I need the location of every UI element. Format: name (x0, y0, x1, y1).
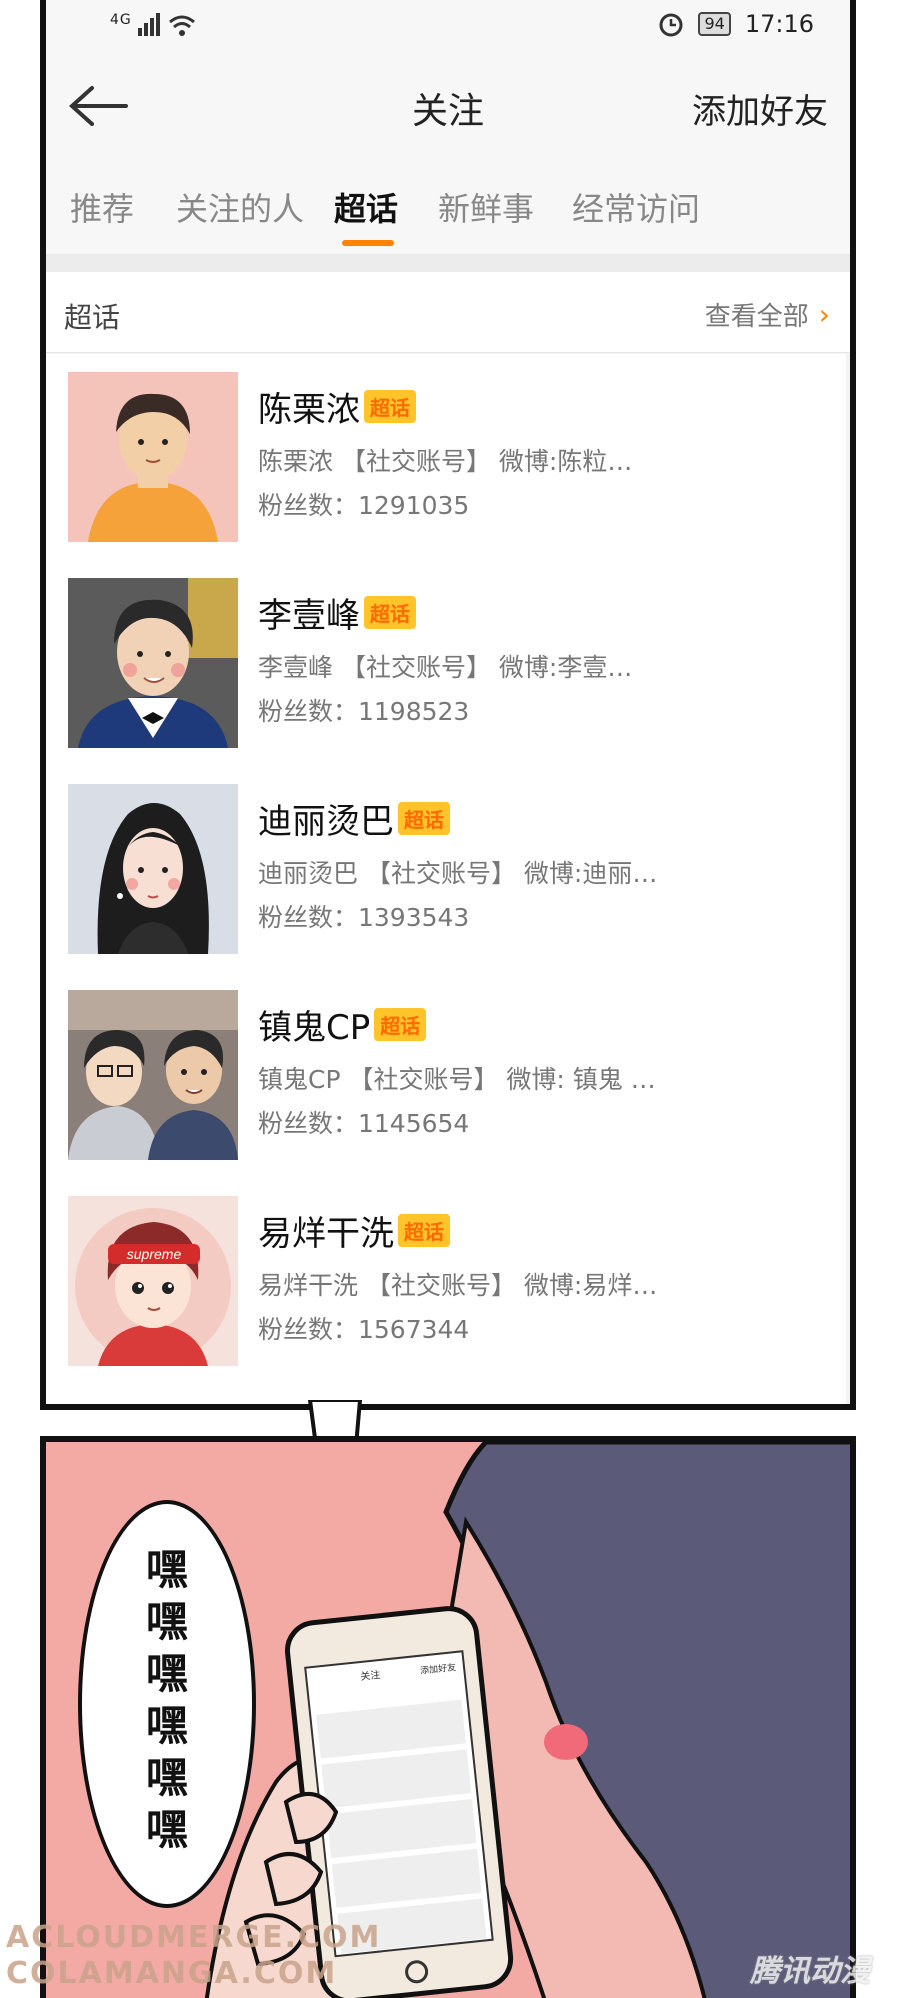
topic-name: 迪丽烫巴 (258, 802, 394, 842)
topic-description: 迪丽烫巴 【社交账号】 微博:迪丽… (258, 859, 658, 888)
speech-bubble: 嘿 嘿 嘿 嘿 嘿 嘿 (78, 1500, 256, 1908)
fan-count: 粉丝数：1198523 (258, 697, 470, 726)
tab-news[interactable]: 新鲜事 (438, 184, 534, 230)
list-item[interactable]: 李壹峰 超话 李壹峰 【社交账号】 微博:李壹… 粉丝数：1198523 (46, 560, 846, 767)
tab-bar: 推荐 关注的人 超话 新鲜事 经常访问 (46, 158, 850, 254)
navigation-bar: 关注 添加好友 (46, 54, 850, 159)
add-friend-button[interactable]: 添加好友 (692, 84, 828, 133)
view-all-label: 查看全部 (704, 302, 809, 332)
watermark-text: ACLOUDMERGE.COM (6, 1920, 382, 1955)
avatar (68, 578, 238, 748)
alarm-icon (659, 13, 683, 37)
list-item[interactable]: 陈栗浓 超话 陈栗浓 【社交账号】 微博:陈粒… 粉丝数：1291035 (46, 354, 846, 561)
app-screenshot-panel: 4G 94 17:16 关注 添加好友 推荐 关注的人 超话 新鲜事 经常访问 … (40, 0, 856, 1410)
view-all-link[interactable]: 查看全部 › (705, 296, 830, 333)
topic-name: 易烊干洗 (258, 1214, 394, 1254)
avatar: supreme (68, 1196, 238, 1366)
avatar (68, 784, 238, 954)
topic-name: 李壹峰 (258, 596, 360, 636)
status-bar: 4G 94 17:16 (46, 0, 850, 54)
topic-description: 镇鬼CP 【社交账号】 微博: 镇鬼 … (258, 1065, 656, 1094)
list-item[interactable]: supreme 易烊干洗 超话 易烊干洗 【社交账号】 微博:易烊… 粉丝数：1… (46, 1178, 846, 1404)
fan-count: 粉丝数：1393543 (258, 903, 470, 932)
tab-supertopic[interactable]: 超话 (334, 184, 398, 230)
speech-text: 嘿 嘿 嘿 嘿 嘿 嘿 (145, 1545, 188, 1854)
cap-logo-text: supreme (127, 1246, 182, 1262)
list-item[interactable]: 镇鬼CP 超话 镇鬼CP 【社交账号】 微博: 镇鬼 … 粉丝数：1145654 (46, 972, 846, 1179)
clock: 17:16 (744, 10, 814, 38)
network-indicator: 4G (110, 12, 132, 28)
comic-panel: 关注 添加好友 嘿 嘿 嘿 嘿 嘿 嘿 (40, 1436, 856, 1998)
divider (46, 254, 850, 272)
supertopic-badge: 超话 (398, 1214, 450, 1247)
topic-name: 陈栗浓 (258, 390, 360, 430)
fan-count: 粉丝数：1291035 (258, 491, 470, 520)
tab-following[interactable]: 关注的人 (176, 184, 304, 230)
avatar (68, 990, 238, 1160)
battery-level: 94 (698, 12, 731, 36)
section-title: 超话 (64, 301, 121, 334)
supertopic-badge: 超话 (398, 802, 450, 835)
chevron-right-icon: › (818, 298, 830, 331)
avatar (68, 372, 238, 542)
topic-description: 陈栗浓 【社交账号】 微博:陈粒… (258, 447, 633, 476)
topic-description: 易烊干洗 【社交账号】 微博:易烊… (258, 1271, 658, 1300)
active-tab-indicator (342, 240, 394, 246)
topic-name: 镇鬼CP (258, 1008, 371, 1048)
signal-wifi-icon (138, 13, 195, 36)
supertopic-badge: 超话 (364, 390, 416, 423)
supertopic-badge: 超话 (374, 1008, 427, 1041)
watermark-text: COLAMANGA.COM (6, 1956, 338, 1991)
topic-description: 李壹峰 【社交账号】 微博:李壹… (258, 653, 633, 682)
list-item[interactable]: 迪丽烫巴 超话 迪丽烫巴 【社交账号】 微博:迪丽… 粉丝数：1393543 (46, 766, 846, 973)
tab-recommend[interactable]: 推荐 (70, 184, 134, 230)
tab-frequent[interactable]: 经常访问 (572, 184, 700, 230)
watermark-brand: 腾讯动漫 (750, 1954, 870, 1989)
fan-count: 粉丝数：1567344 (258, 1315, 470, 1344)
supertopic-badge: 超话 (364, 596, 416, 629)
fan-count: 粉丝数：1145654 (258, 1109, 470, 1138)
section-header: 超话 查看全部 › (46, 272, 850, 353)
